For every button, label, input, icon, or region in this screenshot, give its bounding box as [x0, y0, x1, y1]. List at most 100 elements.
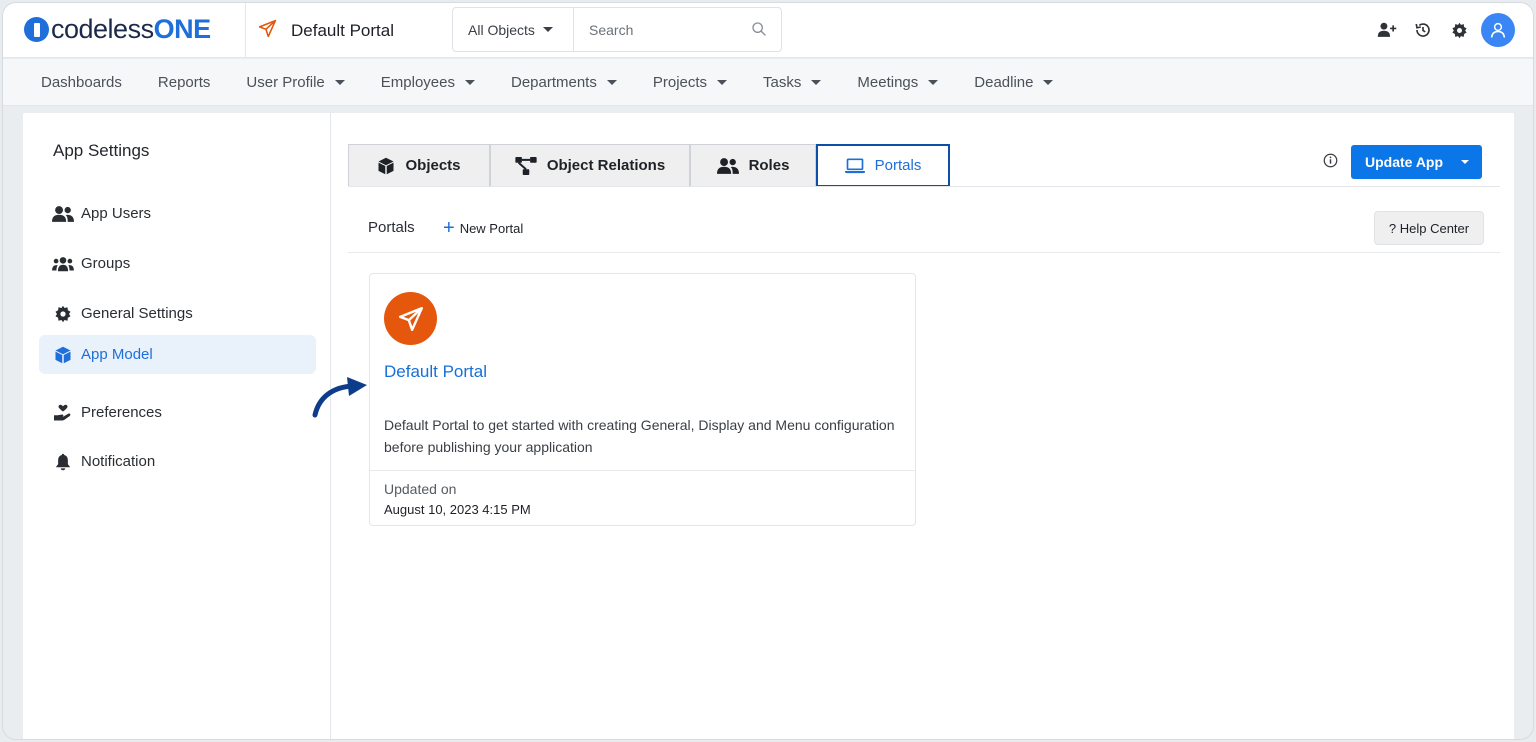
sidebar-title: App Settings — [53, 141, 150, 160]
search-input[interactable] — [574, 8, 781, 51]
app-frame: codelessONE Default Portal All Objects S… — [2, 2, 1534, 740]
sidebar-item-app-model[interactable]: App Model — [39, 335, 316, 374]
nav-item-projects[interactable]: Projects — [652, 73, 728, 91]
logo-prefix: codeless — [51, 13, 154, 44]
nav-item-label: Departments — [510, 73, 597, 91]
update-app-label: Update App — [1365, 154, 1444, 170]
main-nav: Dashboards Reports User Profile Employees De… — [3, 59, 1533, 106]
nav-item-label: Reports — [157, 73, 211, 91]
codelessone-logo[interactable]: codelessONE — [24, 14, 211, 44]
updated-label: Updated on — [384, 481, 457, 497]
update-app-dropdown[interactable] — [1448, 145, 1482, 179]
cube-icon — [377, 157, 395, 175]
sidebar-item-label: App Model — [81, 346, 153, 363]
tab-label: Roles — [748, 157, 790, 174]
nav-item-label: Deadline — [974, 73, 1034, 91]
nav-item-label: Tasks — [763, 73, 802, 91]
portal-card-footer: Updated on August 10, 2023 4:15 PM — [370, 470, 915, 517]
add-user-icon[interactable] — [1369, 12, 1405, 48]
nav-item-label: Dashboards — [41, 73, 122, 91]
sidebar-item-general-settings[interactable]: General Settings — [39, 294, 316, 333]
tab-label: Portals — [874, 157, 922, 174]
portal-card-title[interactable]: Default Portal — [384, 362, 487, 382]
nav-item-user-profile[interactable]: User Profile — [246, 73, 345, 91]
bell-icon — [52, 453, 74, 471]
app-model-tabs: Objects Object Relations Roles Portals — [348, 144, 950, 187]
new-portal-label: New Portal — [459, 220, 524, 236]
caret-down-icon — [1461, 160, 1469, 164]
search-bar: All Objects — [452, 7, 782, 52]
top-bar: codelessONE Default Portal All Objects — [3, 3, 1533, 58]
nav-item-label: User Profile — [246, 73, 325, 91]
tab-objects[interactable]: Objects — [348, 144, 490, 187]
updated-value: August 10, 2023 4:15 PM — [384, 502, 531, 517]
laptop-icon — [844, 158, 865, 174]
search-icon[interactable] — [751, 21, 767, 42]
portal-badge — [384, 292, 437, 345]
search-scope-label: All Objects — [468, 21, 535, 38]
sidebar-item-label: App Users — [81, 205, 152, 222]
gear-icon — [52, 305, 74, 323]
sidebar-item-groups[interactable]: Groups — [39, 244, 316, 283]
history-icon[interactable] — [1405, 12, 1441, 48]
settings-panel: App Settings App Users Groups General Sett… — [23, 113, 1514, 739]
nav-item-tasks[interactable]: Tasks — [763, 73, 822, 91]
hand-heart-icon — [52, 404, 74, 422]
portal-name: Default Portal — [291, 20, 394, 40]
nav-item-dashboards[interactable]: Dashboards — [41, 74, 122, 91]
help-center-button[interactable]: ? Help Center — [1374, 211, 1484, 245]
nav-item-departments[interactable]: Departments — [511, 74, 617, 91]
portals-toolbar: Portals + New Portal ? Help Center — [348, 211, 1500, 253]
portal-selector[interactable]: Default Portal — [245, 3, 441, 58]
portal-card-description: Default Portal to get started with creat… — [384, 417, 895, 455]
sidebar-item-label: General Settings — [81, 305, 193, 322]
caret-down-icon — [606, 79, 617, 85]
logo-suffix: ONE — [153, 13, 212, 44]
sidebar-item-label: Groups — [81, 255, 131, 272]
caret-down-icon — [542, 27, 553, 32]
paper-plane-icon — [258, 19, 277, 43]
update-app-button[interactable]: Update App — [1351, 145, 1482, 179]
sidebar-item-label: Preferences — [81, 404, 162, 421]
users-icon — [716, 157, 739, 175]
nav-item-meetings[interactable]: Meetings — [857, 73, 939, 91]
nav-item-label: Meetings — [857, 73, 919, 91]
caret-down-icon — [334, 79, 345, 85]
users-icon — [52, 205, 74, 223]
tab-portals[interactable]: Portals — [816, 144, 950, 187]
nav-item-label: Employees — [380, 73, 455, 91]
nav-item-deadline[interactable]: Deadline — [974, 73, 1054, 91]
plus-icon: + — [443, 217, 455, 239]
pointer-arrow-icon — [311, 375, 373, 424]
nav-item-label: Projects — [652, 73, 708, 91]
tabs-divider — [348, 186, 1500, 187]
caret-down-icon — [928, 79, 939, 85]
paper-plane-icon — [398, 306, 423, 331]
portal-card[interactable]: Default Portal Default Portal to get sta… — [369, 273, 916, 526]
info-icon[interactable] — [1323, 153, 1338, 173]
tab-label: Objects — [405, 157, 461, 174]
settings-sidebar: App Settings App Users Groups General Sett… — [23, 113, 331, 739]
search-scope-dropdown[interactable]: All Objects — [453, 8, 574, 51]
groups-icon — [52, 256, 74, 272]
caret-down-icon — [464, 79, 475, 85]
logo-mark-icon — [24, 16, 49, 42]
top-icons — [1369, 12, 1515, 48]
nav-item-employees[interactable]: Employees — [381, 74, 475, 91]
user-avatar[interactable] — [1481, 13, 1515, 47]
nav-item-reports[interactable]: Reports — [158, 74, 211, 91]
new-portal-button[interactable]: + New Portal — [443, 218, 523, 238]
sidebar-item-notification[interactable]: Notification — [39, 442, 316, 481]
relations-icon — [515, 156, 537, 175]
user-icon — [1490, 22, 1506, 38]
tab-roles[interactable]: Roles — [690, 144, 816, 187]
tab-object-relations[interactable]: Object Relations — [490, 144, 690, 187]
sidebar-item-app-users[interactable]: App Users — [39, 194, 316, 233]
caret-down-icon — [1043, 79, 1054, 85]
gear-icon[interactable] — [1441, 12, 1477, 48]
tab-label: Object Relations — [546, 157, 666, 174]
sidebar-item-label: Notification — [81, 453, 156, 470]
sidebar-item-preferences[interactable]: Preferences — [39, 393, 316, 432]
caret-down-icon — [717, 79, 728, 85]
caret-down-icon — [811, 79, 822, 85]
